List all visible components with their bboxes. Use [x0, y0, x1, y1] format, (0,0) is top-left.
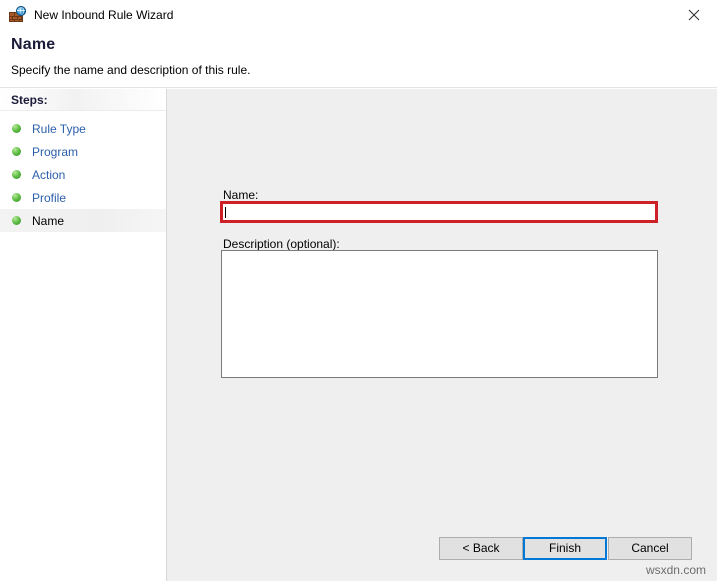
steps-heading: Steps:: [11, 93, 48, 107]
sidebar-item-name[interactable]: Name: [0, 209, 166, 232]
close-button[interactable]: [671, 0, 717, 30]
green-bullet-icon: [12, 124, 21, 133]
content-pane: Name: Description (optional): < Back Fin…: [167, 89, 717, 581]
page-title: Name: [11, 36, 55, 54]
window-title: New Inbound Rule Wizard: [34, 7, 173, 23]
green-bullet-icon: [12, 193, 21, 202]
sidebar-item-profile[interactable]: Profile: [0, 186, 166, 209]
back-button[interactable]: < Back: [439, 537, 523, 560]
green-bullet-icon: [12, 170, 21, 179]
sidebar-item-rule-type[interactable]: Rule Type: [0, 117, 166, 140]
title-bar: New Inbound Rule Wizard: [0, 0, 717, 30]
close-icon: [688, 9, 700, 21]
cancel-button[interactable]: Cancel: [608, 537, 692, 560]
page-subtitle: Specify the name and description of this…: [11, 63, 250, 77]
steps-list: Rule Type Program Action Profile Name: [0, 117, 166, 232]
sidebar-item-label: Rule Type: [32, 122, 86, 136]
sidebar-item-action[interactable]: Action: [0, 163, 166, 186]
green-bullet-icon: [12, 147, 21, 156]
firewall-globe-icon: [9, 7, 25, 23]
sidebar-item-label: Name: [32, 214, 64, 228]
name-field-label: Name:: [223, 188, 258, 202]
name-field-highlight: [220, 201, 658, 223]
description-input[interactable]: [221, 250, 658, 378]
page-header: Name Specify the name and description of…: [0, 30, 717, 88]
green-bullet-icon: [12, 216, 21, 225]
sidebar-item-program[interactable]: Program: [0, 140, 166, 163]
finish-button[interactable]: Finish: [523, 537, 607, 560]
sidebar-item-label: Action: [32, 168, 65, 182]
description-field-label: Description (optional):: [223, 237, 340, 251]
text-caret: [225, 207, 226, 218]
sidebar-item-label: Profile: [32, 191, 66, 205]
watermark: wsxdn.com: [646, 563, 706, 577]
name-input[interactable]: [223, 204, 655, 220]
sidebar-item-label: Program: [32, 145, 78, 159]
steps-heading-bar: Steps:: [0, 89, 166, 111]
steps-sidebar: Steps: Rule Type Program Action Profile …: [0, 89, 167, 581]
